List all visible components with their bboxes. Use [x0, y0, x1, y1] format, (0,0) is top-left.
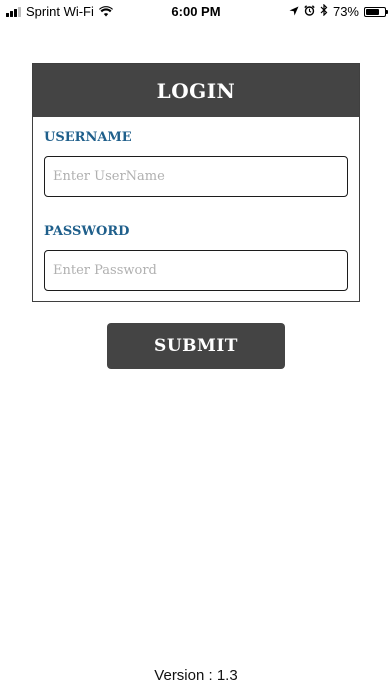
battery-percent: 73%: [332, 4, 359, 19]
password-input[interactable]: [44, 250, 348, 291]
password-label: PASSWORD: [44, 224, 130, 239]
location-arrow-icon: [289, 4, 299, 19]
status-bar: Sprint Wi-Fi 6:00 PM 73%: [0, 0, 392, 22]
version-label: Version : 1.3: [154, 667, 238, 684]
login-title: LOGIN: [33, 64, 359, 117]
status-right: 73%: [289, 3, 388, 19]
bluetooth-icon: [320, 3, 328, 19]
username-input[interactable]: [44, 156, 348, 197]
battery-icon: [364, 6, 388, 17]
alarm-clock-icon: [304, 4, 315, 19]
submit-button[interactable]: SUBMIT: [107, 323, 285, 369]
login-card: LOGIN USERNAME PASSWORD: [32, 63, 360, 302]
username-label: USERNAME: [44, 130, 132, 145]
battery-fill: [366, 8, 379, 15]
